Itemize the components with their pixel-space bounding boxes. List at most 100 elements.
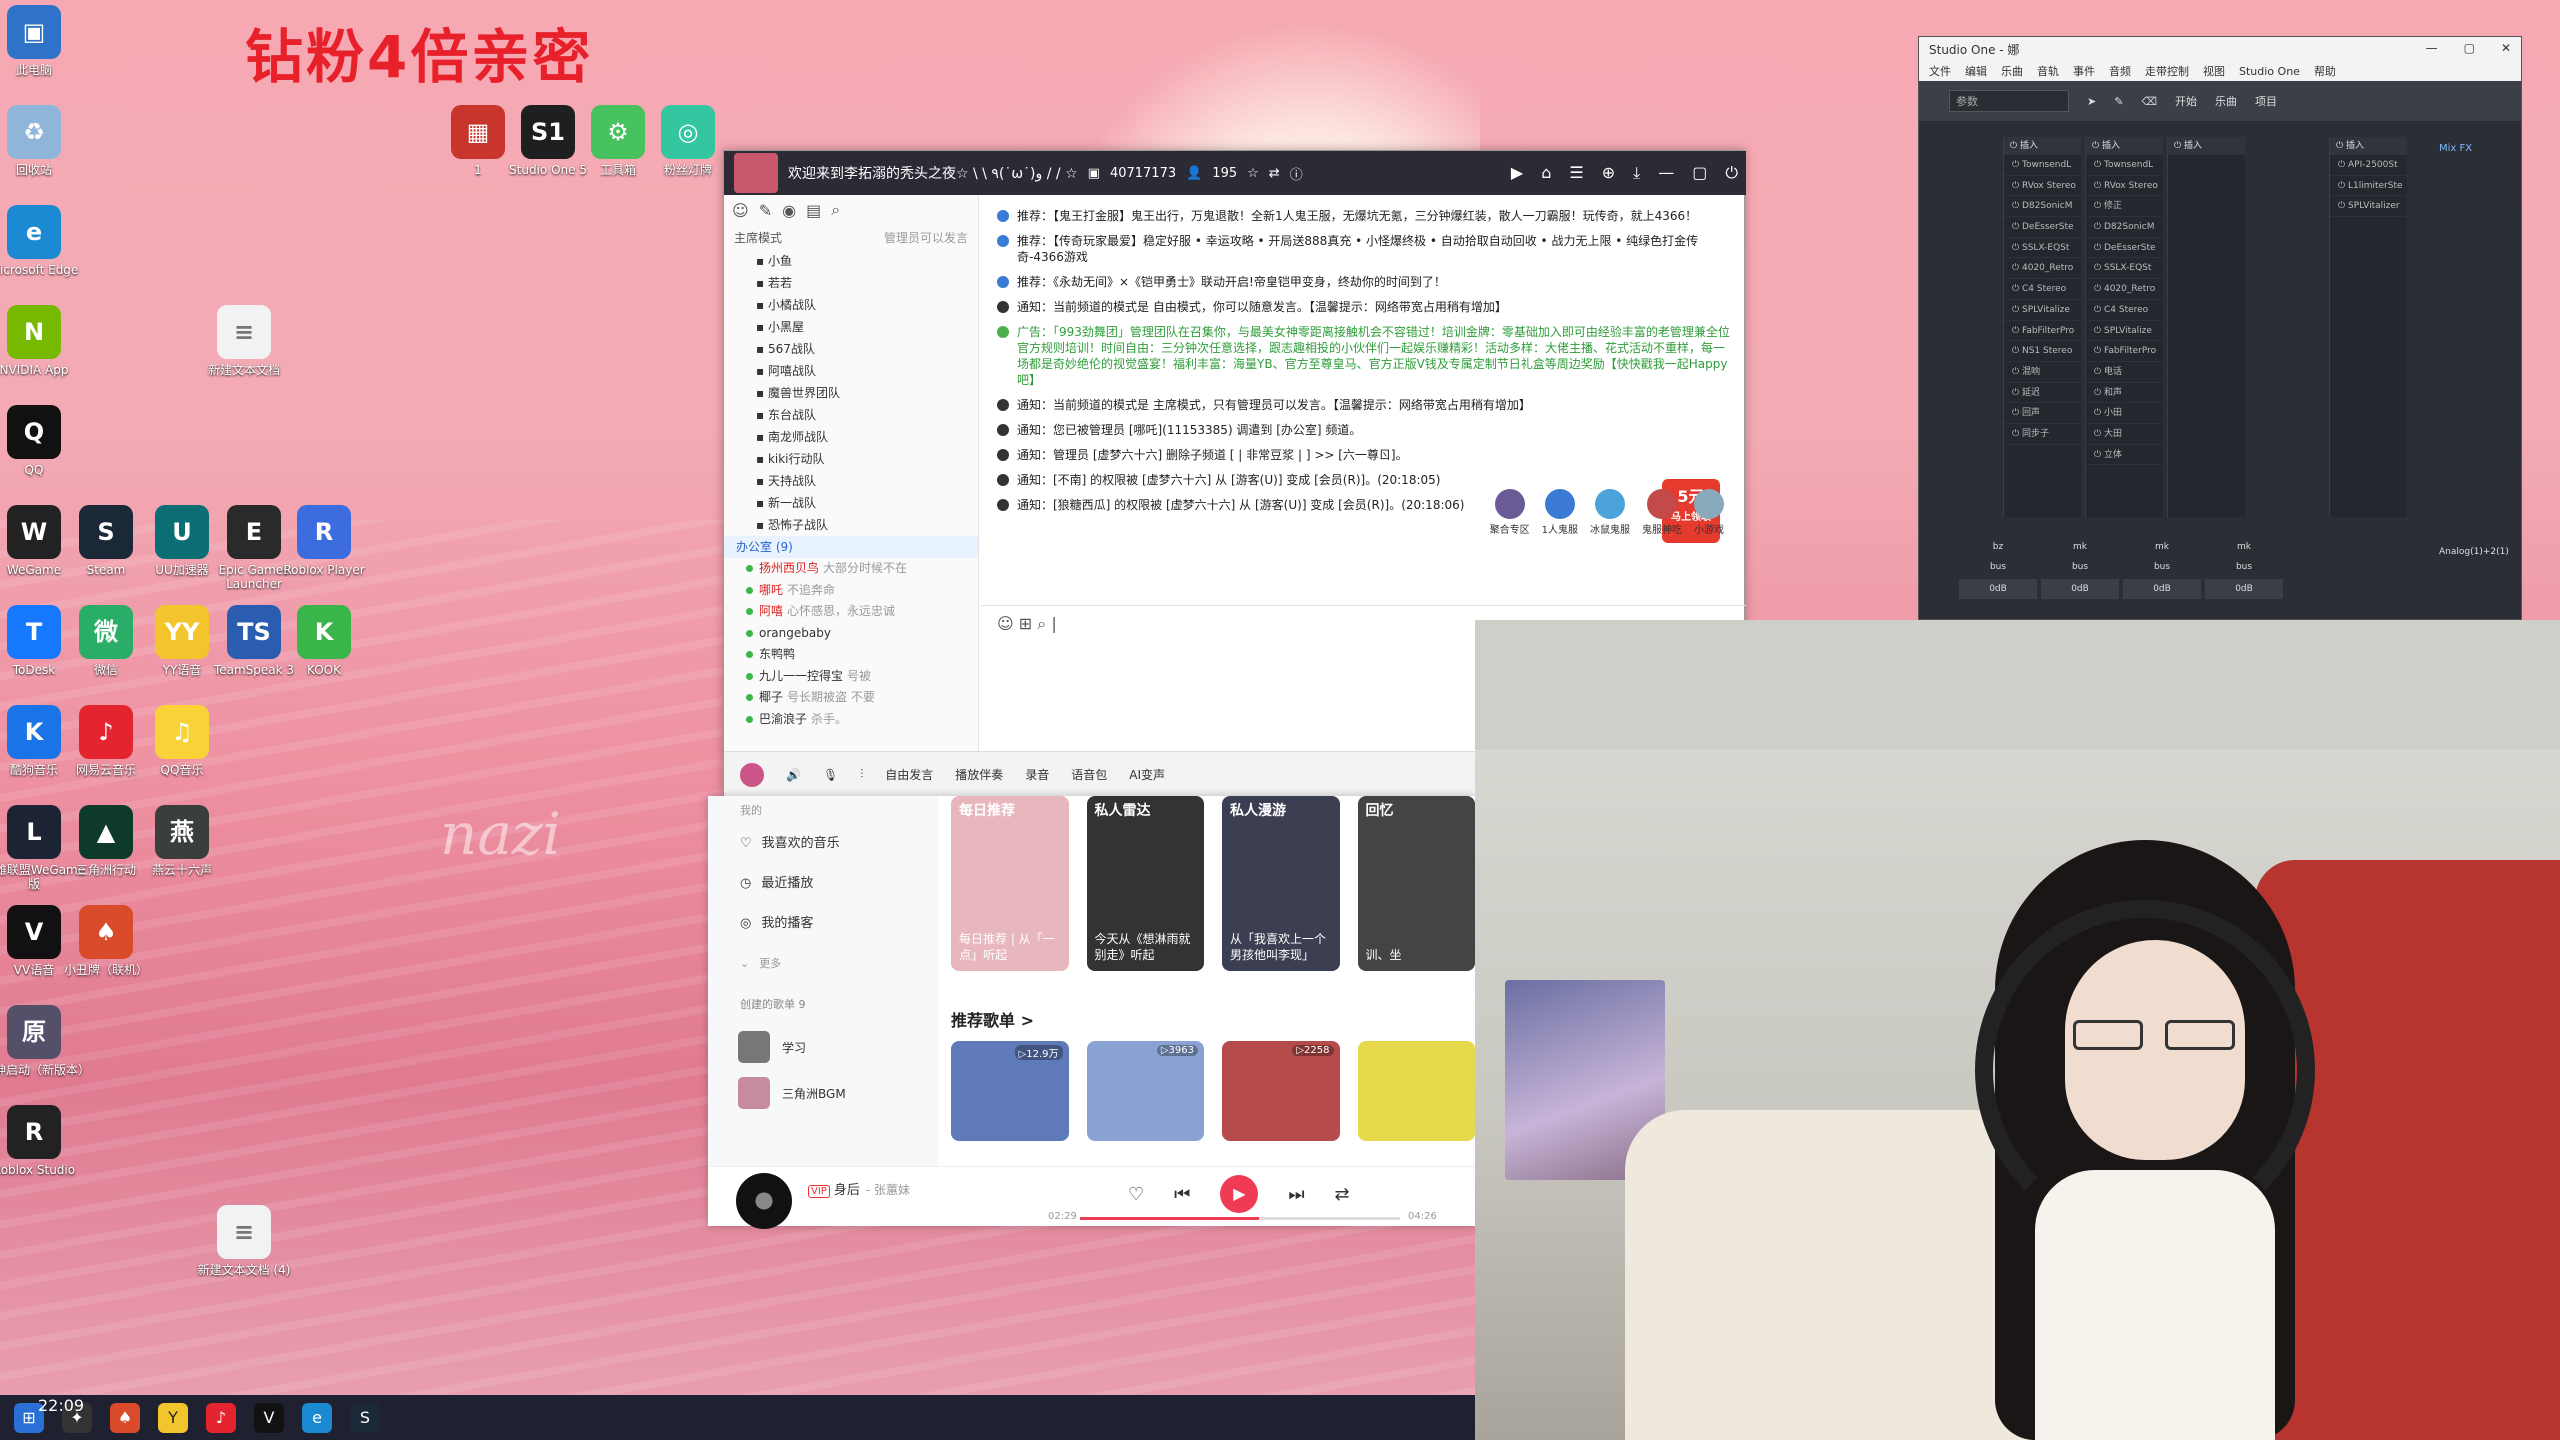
insert-slot[interactable]: ⏻ 电话: [2086, 362, 2163, 383]
desktop-icon[interactable]: ♻ 回收站: [0, 105, 86, 177]
voice-pack-button[interactable]: 语音包: [1071, 766, 1107, 783]
history-icon[interactable]: ⌕: [1037, 614, 1046, 633]
insert-slot[interactable]: ⏻ 4020_Retro: [2086, 279, 2163, 300]
user-item[interactable]: 九儿一一控得宝 号被: [724, 666, 978, 688]
insert-slot[interactable]: ⏻ 小田: [2086, 403, 2163, 424]
list-icon[interactable]: ▤: [806, 201, 821, 220]
insert-slot[interactable]: ⏻ D82SonicM: [2004, 196, 2081, 218]
insert-slot[interactable]: ⏻ C4 Stereo: [2086, 300, 2163, 321]
sidebar-item-liked[interactable]: ♡ 我喜欢的音乐: [708, 824, 938, 864]
insert-slot[interactable]: ⏻ SPLVitalize: [2004, 300, 2081, 321]
desktop-icon[interactable]: e Microsoft Edge: [0, 205, 86, 277]
insert-slot[interactable]: ⏻ API-2500St: [2330, 155, 2407, 176]
user-item[interactable]: 扬州西贝鸟 大部分时候不在: [724, 558, 978, 580]
clown-app-icon[interactable]: ♠: [110, 1402, 140, 1433]
playlist-cover[interactable]: ▷2258: [1222, 1041, 1340, 1141]
maximize-icon[interactable]: ▢: [2464, 41, 2475, 55]
insert-slot[interactable]: ⏻ RVox Stereo: [2004, 176, 2081, 197]
sidebar-item-more[interactable]: ⌄ 更多: [708, 944, 938, 984]
project-button[interactable]: 项目: [2255, 93, 2277, 109]
insert-slot[interactable]: ⏻ SSLX-EQSt: [2004, 238, 2081, 259]
desktop-icon[interactable]: N NVIDIA App: [0, 305, 86, 377]
channel-item[interactable]: ▪ 南龙师战队: [724, 426, 978, 448]
insert-slot[interactable]: ⏻ 延迟: [2004, 383, 2081, 404]
favorite-icon[interactable]: ☆: [1247, 166, 1259, 181]
insert-slot[interactable]: ⏻ 同步子: [2004, 424, 2081, 445]
download-icon[interactable]: ⤓: [1633, 163, 1640, 183]
desktop-icon[interactable]: R Roblox Player: [272, 505, 376, 577]
desktop-icon[interactable]: 燕燕云十六声: [130, 805, 234, 877]
desktop-icon[interactable]: K KOOK: [272, 605, 376, 677]
desktop-icon[interactable]: ≡ 新建文本文档: [192, 305, 296, 377]
gamepad-icon[interactable]: ⊞: [1019, 614, 1032, 633]
ai-voice-button[interactable]: AI变声: [1129, 766, 1165, 783]
insert-slot[interactable]: ⏻ 修正: [2086, 196, 2163, 218]
record-button[interactable]: 录音: [1025, 766, 1049, 783]
next-icon[interactable]: ⏭: [1288, 1184, 1304, 1205]
apps-icon[interactable]: ☰: [1569, 163, 1583, 183]
insert-slot[interactable]: ⏻ 和声: [2086, 383, 2163, 404]
insert-slot[interactable]: ⏻ SSLX-EQSt: [2086, 258, 2163, 280]
game-shortcut[interactable]: 鬼服神吃: [1642, 489, 1682, 536]
mode-label[interactable]: 主席模式: [734, 229, 782, 246]
progress-bar[interactable]: [1080, 1217, 1400, 1220]
cursor-tool-icon[interactable]: ➤: [2087, 95, 2096, 108]
user-item[interactable]: 哪吒 不追奔命: [724, 580, 978, 602]
insert-header[interactable]: ⏻ 插入: [2330, 137, 2407, 155]
insert-header[interactable]: ⏻ 插入: [2086, 137, 2163, 155]
insert-slot[interactable]: ⏻ TownsendL: [2004, 155, 2081, 176]
recommend-card[interactable]: 回忆 训、坐: [1357, 796, 1475, 971]
desktop-icon[interactable]: ≡ 新建文本文档 (4): [192, 1205, 296, 1277]
channel-item[interactable]: ▪ 若若: [724, 272, 978, 294]
close-icon[interactable]: ✕: [2501, 41, 2511, 55]
netease-icon[interactable]: ♪: [206, 1402, 236, 1433]
playlist-cover[interactable]: ▷3963: [1086, 1041, 1204, 1141]
mic-icon[interactable]: 🎙: [823, 768, 838, 782]
free-speak-button[interactable]: 自由发言: [885, 766, 933, 783]
speaker-icon[interactable]: 🔊: [786, 768, 801, 782]
game-shortcut[interactable]: 1人鬼服: [1542, 489, 1578, 536]
menu-item[interactable]: 帮助: [2314, 63, 2336, 79]
pencil-tool-icon[interactable]: ✎: [2114, 95, 2123, 108]
menu-item[interactable]: 编辑: [1965, 63, 1987, 79]
insert-slot[interactable]: ⏻ FabFilterPro: [2086, 341, 2163, 362]
channel-item[interactable]: ▪ 小橘战队: [724, 294, 978, 316]
channel-item[interactable]: ▪ 东台战队: [724, 404, 978, 426]
channel-item[interactable]: ▪ 阿嘻战队: [724, 360, 978, 382]
channel-item[interactable]: ▪ 恐怖子战队: [724, 514, 978, 536]
menu-item[interactable]: 文件: [1929, 63, 1951, 79]
insert-slot[interactable]: ⏻ DeEsserSte: [2004, 217, 2081, 238]
like-icon[interactable]: ♡: [1128, 1184, 1144, 1205]
section-title[interactable]: 推荐歌单 >: [951, 1007, 1475, 1031]
desktop-icon[interactable]: 原原神启动（新版本）: [0, 1005, 90, 1077]
emoji-icon[interactable]: ☺: [997, 614, 1014, 633]
recommend-card[interactable]: 私人漫游 从「我喜欢上一个男孩他叫李现」: [1222, 796, 1340, 971]
preset-select[interactable]: 参数: [1949, 90, 2069, 112]
insert-slot[interactable]: ⏻ C4 Stereo: [2004, 279, 2081, 300]
yy-icon[interactable]: Y: [158, 1402, 188, 1433]
game-icon[interactable]: ⊕: [1602, 163, 1615, 183]
channel-item[interactable]: ▪ 小黑屋: [724, 316, 978, 338]
menu-item[interactable]: 走带控制: [2145, 63, 2189, 79]
channel-item[interactable]: ▪ 新一战队: [724, 492, 978, 514]
playlist-item[interactable]: 学习: [708, 1024, 938, 1070]
playlist-item[interactable]: 三角洲BGM: [708, 1070, 938, 1116]
game-shortcut[interactable]: 冰鼠鬼服: [1590, 489, 1630, 536]
insert-slot[interactable]: ⏻ TownsendL: [2086, 155, 2163, 176]
bus-channel[interactable]: bz bus 0dB: [1959, 537, 2037, 599]
minimize-icon[interactable]: —: [2426, 41, 2438, 55]
user-item[interactable]: orangebaby: [724, 623, 978, 645]
sidebar-item-recent[interactable]: ◷ 最近播放: [708, 864, 938, 904]
desktop-icon[interactable]: ♠ 小丑牌（联机）: [54, 905, 158, 977]
desktop-icon[interactable]: Q QQ: [0, 405, 86, 477]
start-button[interactable]: 开始: [2175, 93, 2197, 109]
song-button[interactable]: 乐曲: [2215, 93, 2237, 109]
menu-item[interactable]: 事件: [2073, 63, 2095, 79]
insert-header[interactable]: ⏻ 插入: [2004, 137, 2081, 155]
edge-icon[interactable]: e: [302, 1402, 332, 1433]
song-title[interactable]: 身后: [834, 1183, 860, 1198]
insert-slot[interactable]: ⏻ SPLVitalizer: [2330, 196, 2407, 218]
vv-icon[interactable]: V: [254, 1402, 284, 1433]
eraser-tool-icon[interactable]: ⌫: [2141, 95, 2157, 108]
insert-slot[interactable]: ⏻ 回声: [2004, 403, 2081, 424]
